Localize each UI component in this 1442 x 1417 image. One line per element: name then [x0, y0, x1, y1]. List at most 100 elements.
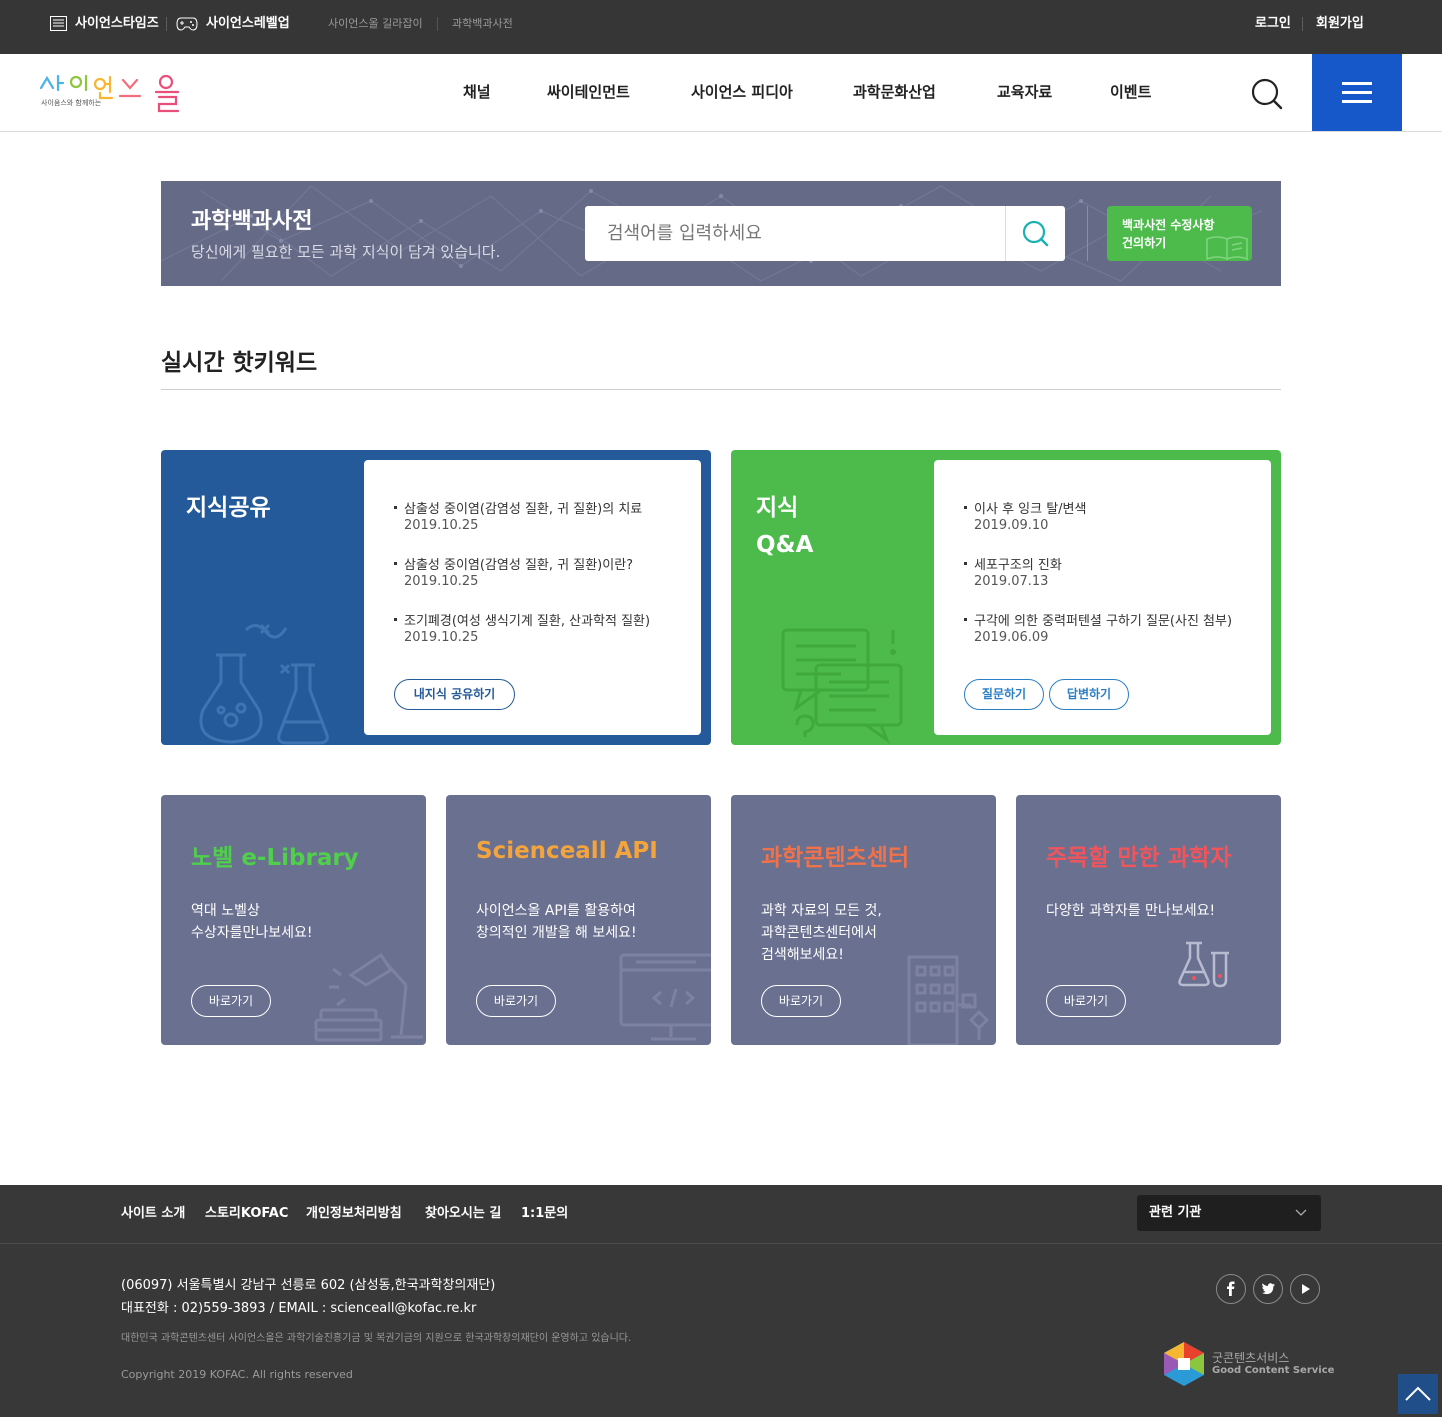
feature-card-content-center[interactable]: 과학콘텐츠센터 과학 자료의 모든 것, 과학콘텐츠센터에서 검색해보세요! 바…	[731, 795, 996, 1045]
computer-code-icon	[619, 953, 711, 1041]
card-title: 주목할 만한 과학자	[1046, 845, 1232, 871]
list-item[interactable]: 세포구조의 진화 2019.07.13	[964, 554, 1244, 589]
card-description-line: 과학콘텐츠센터에서	[761, 925, 877, 941]
facebook-button[interactable]	[1216, 1274, 1246, 1304]
post-title[interactable]: 이사 후 잉크 탈/변색	[964, 498, 1244, 517]
nav-education[interactable]: 교육자료	[997, 54, 1052, 130]
chevron-up-icon	[1405, 1386, 1431, 1401]
footer-contact: 대표전화 : 02)559-3893 / EMAIL : scienceall@…	[121, 1301, 477, 1316]
speech-bubbles-icon	[781, 628, 903, 745]
post-title[interactable]: 삼출성 중이염(감염성 질환, 귀 질환)이란?	[394, 554, 674, 573]
logo-tagline: 사이움스와 함께하는	[41, 99, 102, 107]
banner-title: 과학백과사전	[191, 209, 313, 234]
logo[interactable]: 사이움스와 함께하는	[38, 68, 188, 118]
nav-channel[interactable]: 채널	[463, 54, 491, 130]
knowledge-share-panel: 지식공유 삼출성 중이염(감염성 질환, 귀 질환)의 치료 2019.10.2…	[161, 450, 711, 745]
list-item[interactable]: 삼출성 중이염(감염성 질환, 귀 질환)이란? 2019.10.25	[394, 554, 674, 589]
twitter-button[interactable]	[1253, 1274, 1283, 1304]
header-search-button[interactable]	[1246, 74, 1286, 114]
list-item[interactable]: 삼출성 중이염(감염성 질환, 귀 질환)의 치료 2019.10.25	[394, 498, 674, 533]
footer-link-privacy[interactable]: 개인정보처리방침	[306, 1185, 402, 1243]
card-title: Scienceall API	[476, 838, 658, 864]
panel-title-line2: Q&A	[756, 532, 814, 558]
lab-flasks-icon	[1178, 941, 1229, 988]
post-title[interactable]: 삼출성 중이염(감염성 질환, 귀 질환)의 치료	[394, 498, 674, 517]
book-icon	[1206, 236, 1248, 261]
panel-title: 지식공유	[186, 495, 271, 521]
encyclopedia-search	[585, 206, 1065, 261]
card-description: 사이언스올 API를 활용하여 창의적인 개발을 해 보세요!	[476, 900, 696, 944]
banner-description: 당신에게 필요한 모든 과학 지식이 담겨 있습니다.	[191, 243, 501, 261]
go-button[interactable]: 바로가기	[1046, 985, 1126, 1017]
card-title: 노벨 e-Library	[191, 845, 359, 871]
card-description-line: 검색해보세요!	[761, 947, 844, 963]
card-description: 역대 노벨상 수상자를만나보세요!	[191, 900, 411, 944]
go-button[interactable]: 바로가기	[191, 985, 271, 1017]
post-date: 2019.10.25	[404, 630, 479, 645]
related-sites-select[interactable]: 관련 기관	[1137, 1195, 1321, 1231]
list-item[interactable]: 구각에 의한 중력퍼텐셜 구하기 질문(사진 첨부) 2019.06.09	[964, 610, 1244, 645]
footer-link-story[interactable]: 스토리KOFAC	[205, 1185, 288, 1243]
card-title: 과학콘텐츠센터	[761, 845, 910, 871]
copyright: Copyright 2019 KOFAC. All rights reserve…	[121, 1368, 353, 1381]
suggest-edit-button[interactable]: 백과사전 수정사항 건의하기	[1107, 206, 1252, 261]
footer-link-directions[interactable]: 찾아오시는 길	[425, 1185, 501, 1243]
list-item[interactable]: 이사 후 잉크 탈/변색 2019.09.10	[964, 498, 1244, 533]
knowledge-qa-panel: 지식 Q&A 이사 후 잉크 탈/변색 2019.09.10 세포구조의 진화 …	[731, 450, 1281, 745]
nav-event[interactable]: 이벤트	[1110, 54, 1151, 130]
youtube-button[interactable]	[1290, 1274, 1320, 1304]
card-description-line: 창의적인 개발을 해 보세요!	[476, 925, 637, 941]
post-title[interactable]: 조기폐경(여성 생식기계 질환, 산과학적 질환)	[394, 610, 674, 629]
feature-card-nobel[interactable]: 노벨 e-Library 역대 노벨상 수상자를만나보세요! 바로가기	[161, 795, 426, 1045]
post-title[interactable]: 세포구조의 진화	[964, 554, 1244, 573]
footer-address: (06097) 서울특별시 강남구 선릉로 602 (삼성동,한국과학창의재단)	[121, 1278, 496, 1293]
footer: 사이트 소개 스토리KOFAC 개인정보처리방침 찾아오시는 길 1:1문의 관…	[0, 1185, 1442, 1417]
menu-icon	[1342, 100, 1372, 103]
guide-link[interactable]: 사이언스올 길라잡이	[328, 0, 423, 48]
suggest-label-line2: 건의하기	[1122, 236, 1167, 250]
divider	[166, 17, 167, 31]
footer-link-about[interactable]: 사이트 소개	[121, 1185, 185, 1243]
search-submit-button[interactable]	[1006, 206, 1065, 261]
nav-sciencepedia[interactable]: 사이언스 피디아	[691, 54, 793, 130]
post-date: 2019.09.10	[974, 518, 1049, 533]
card-description-line: 사이언스올 API를 활용하여	[476, 903, 636, 919]
feature-card-scientist[interactable]: 주목할 만한 과학자 다양한 과학자를 만나보세요! 바로가기	[1016, 795, 1281, 1045]
divider	[1087, 206, 1088, 261]
twitter-icon	[1261, 1283, 1275, 1295]
go-button[interactable]: 바로가기	[761, 985, 841, 1017]
divider	[161, 389, 1281, 390]
feature-card-api[interactable]: Scienceall API 사이언스올 API를 활용하여 창의적인 개발을 …	[446, 795, 711, 1045]
encyclopedia-banner: 과학백과사전 당신에게 필요한 모든 과학 지식이 담겨 있습니다. 백과사전 …	[161, 181, 1281, 286]
good-content-service-badge: 굿콘텐츠서비스 Good Content Service	[1162, 1340, 1334, 1388]
answer-button[interactable]: 답변하기	[1049, 679, 1129, 710]
ask-question-button[interactable]: 질문하기	[964, 679, 1044, 710]
divider	[437, 17, 438, 31]
newspaper-icon	[50, 16, 67, 31]
share-knowledge-button[interactable]: 내지식 공유하기	[394, 679, 515, 710]
hamburger-menu-button[interactable]	[1312, 54, 1402, 131]
card-description-line: 다양한 과학자를 만나보세요!	[1046, 903, 1216, 919]
post-title[interactable]: 구각에 의한 중력퍼텐셜 구하기 질문(사진 첨부)	[964, 610, 1244, 629]
card-description-line: 수상자를만나보세요!	[191, 925, 313, 941]
menu-icon	[1342, 82, 1372, 85]
go-button[interactable]: 바로가기	[476, 985, 556, 1017]
scroll-to-top-button[interactable]	[1398, 1374, 1438, 1414]
desk-lamp-icon	[314, 952, 423, 1042]
search-icon	[1251, 78, 1283, 110]
signup-link[interactable]: 회원가입	[1316, 0, 1364, 48]
footer-link-inquiry[interactable]: 1:1문의	[521, 1185, 568, 1243]
nav-culture-industry[interactable]: 과학문화산업	[853, 54, 936, 130]
list-item[interactable]: 조기폐경(여성 생식기계 질환, 산과학적 질환) 2019.10.25	[394, 610, 674, 645]
encyclopedia-link[interactable]: 과학백과사전	[452, 0, 513, 48]
chevron-down-icon	[1295, 1209, 1307, 1216]
nav-scitainment[interactable]: 싸이테인먼트	[547, 54, 630, 130]
login-link[interactable]: 로그인	[1255, 0, 1291, 48]
site-link-sciencetimes[interactable]: 사이언스타임즈	[75, 0, 159, 48]
top-utility-bar: 사이언스타임즈 사이언스레벨업 사이언스올 길라잡이 과학백과사전 로그인 회원…	[0, 0, 1442, 54]
search-input[interactable]	[585, 206, 1005, 261]
qa-post-card: 이사 후 잉크 탈/변색 2019.09.10 세포구조의 진화 2019.07…	[934, 460, 1271, 735]
related-sites-label: 관련 기관	[1149, 1205, 1202, 1220]
divider	[1302, 17, 1303, 31]
site-link-sciencelevelup[interactable]: 사이언스레벨업	[206, 0, 290, 48]
